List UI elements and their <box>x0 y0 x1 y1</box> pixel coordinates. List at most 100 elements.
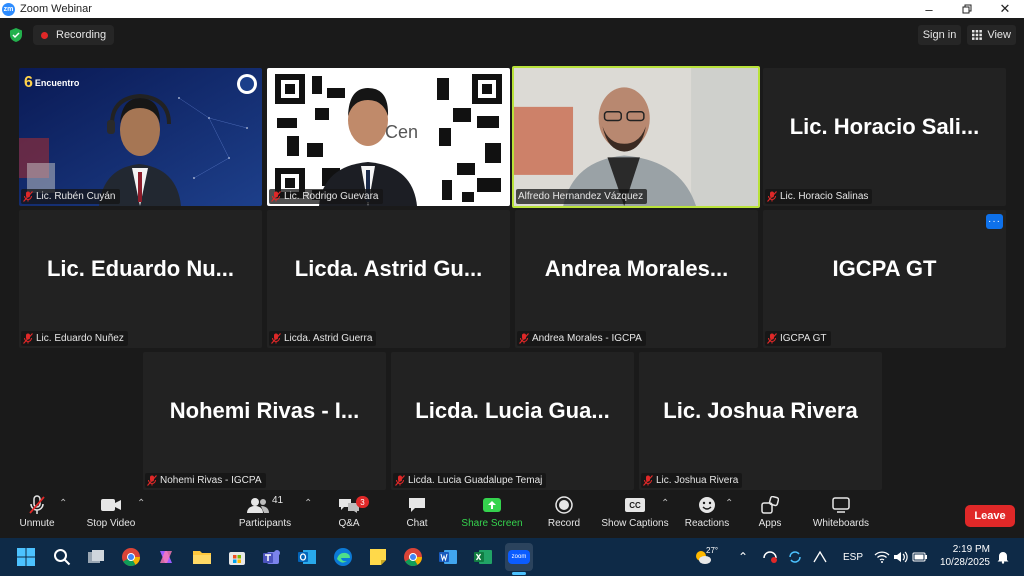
participant-name-tag: Licda. Astrid Guerra <box>269 331 377 346</box>
slide-text: Cen <box>385 122 419 142</box>
video-tile-eduardo-nunez[interactable]: Lic. Eduardo Nu... Lic. Eduardo Nuñez <box>19 210 262 348</box>
windows-start-icon[interactable] <box>12 543 40 571</box>
muted-mic-icon <box>23 333 33 344</box>
whiteboard-icon <box>831 492 851 518</box>
smiley-icon <box>698 492 716 518</box>
participant-name-tag: Lic. Rodrigo Guevara <box>269 189 383 204</box>
wifi-icon[interactable] <box>874 538 890 576</box>
muted-mic-icon <box>395 475 405 486</box>
video-tile-astrid-guerra[interactable]: Licda. Astrid Gu... Licda. Astrid Guerra <box>267 210 510 348</box>
apps-button[interactable]: Apps <box>752 492 788 538</box>
zoom-taskbar-icon[interactable]: zoom <box>505 543 533 571</box>
video-tile-horacio-salinas[interactable]: Lic. Horacio Sali... Lic. Horacio Salina… <box>763 68 1006 206</box>
participant-name-tag: Lic. Joshua Rivera <box>641 473 743 488</box>
reactions-button[interactable]: Reactions <box>683 492 731 538</box>
audio-options-chevron-icon[interactable]: ⌃ <box>59 498 67 509</box>
network-share-tray-icon[interactable] <box>812 538 828 576</box>
muted-mic-icon <box>28 492 46 518</box>
microsoft-store-icon[interactable] <box>223 543 251 571</box>
minimize-button[interactable]: – <box>910 0 948 18</box>
participant-display-name: Lic. Joshua Rivera <box>663 398 858 423</box>
video-tile-igcpa-gt[interactable]: ··· IGCPA GT IGCPA GT <box>763 210 1006 348</box>
participant-name: Alfredo Hernandez Vázquez <box>518 191 644 202</box>
excel-icon[interactable] <box>469 543 497 571</box>
outlook-icon[interactable] <box>293 543 321 571</box>
teams-icon[interactable] <box>258 543 286 571</box>
search-icon[interactable] <box>48 543 76 571</box>
share-screen-icon <box>482 492 502 518</box>
show-captions-button[interactable]: CC Show Captions <box>600 492 670 538</box>
video-options-chevron-icon[interactable]: ⌃ <box>137 498 145 509</box>
participants-button[interactable]: 41 Participants <box>236 492 294 538</box>
video-tile-lucia-guadalupe[interactable]: Licda. Lucia Gua... Licda. Lucia Guadalu… <box>391 352 634 490</box>
edge-icon[interactable] <box>329 543 357 571</box>
share-screen-button[interactable]: Share Screen <box>460 492 524 538</box>
view-label: View <box>987 29 1011 41</box>
record-button[interactable]: Record <box>545 492 583 538</box>
participant-name: Lic. Rodrigo Guevara <box>284 191 379 202</box>
chrome-profile-icon[interactable] <box>399 543 427 571</box>
participant-display-name: Nohemi Rivas - I... <box>169 398 360 423</box>
participant-display-name: Lic. Eduardo Nu... <box>46 256 234 281</box>
whiteboards-button[interactable]: Whiteboards <box>810 492 872 538</box>
muted-mic-icon <box>147 475 157 486</box>
notifications-bell-icon[interactable] <box>996 538 1010 576</box>
unmute-label: Unmute <box>19 518 55 529</box>
file-explorer-icon[interactable] <box>188 543 216 571</box>
stop-video-button[interactable]: Stop Video <box>84 492 138 538</box>
battery-icon[interactable] <box>912 538 928 576</box>
closed-captions-icon: CC <box>625 492 645 518</box>
apps-label: Apps <box>758 518 782 529</box>
zoom-app-icon: zm <box>2 2 15 16</box>
participant-name-tag: Lic. Horacio Salinas <box>765 189 873 204</box>
participant-display-name: Licda. Astrid Gu... <box>294 256 483 281</box>
share-screen-label: Share Screen <box>461 518 523 529</box>
sign-in-button[interactable]: Sign in <box>917 25 962 45</box>
language-indicator[interactable]: ESP <box>843 538 863 576</box>
video-tile-andrea-morales[interactable]: Andrea Morales... Andrea Morales - IGCPA <box>515 210 758 348</box>
copilot-icon[interactable] <box>152 543 180 571</box>
chat-button[interactable]: Chat <box>400 492 434 538</box>
chrome-icon[interactable] <box>117 543 145 571</box>
video-tile-ruben-cuyan[interactable]: 6 Encuentro Lic. Rubén Cuyán <box>19 68 262 206</box>
captions-options-chevron-icon[interactable]: ⌃ <box>661 498 669 509</box>
participant-name-tag: Lic. Rubén Cuyán <box>21 189 120 204</box>
close-button[interactable]: ✕ <box>986 0 1024 18</box>
security-shield-icon[interactable] <box>9 28 23 42</box>
video-tile-joshua-rivera[interactable]: Lic. Joshua Rivera Lic. Joshua Rivera <box>639 352 882 490</box>
participants-label: Participants <box>238 518 292 529</box>
participants-options-chevron-icon[interactable]: ⌃ <box>304 498 312 509</box>
sign-in-label: Sign in <box>922 29 957 41</box>
video-tile-rodrigo-guevara[interactable]: Cen Lic. Rodrigo Guevara <box>267 68 510 206</box>
participant-name-tag: Alfredo Hernandez Vázquez <box>516 189 648 204</box>
security-tray-icon[interactable] <box>762 538 778 576</box>
unmute-button[interactable]: Unmute <box>14 492 60 538</box>
window-title: Zoom Webinar <box>20 3 92 15</box>
participant-name: Nohemi Rivas - IGCPA <box>160 475 262 486</box>
weather-temperature: 27° <box>706 545 719 555</box>
sticky-notes-icon[interactable] <box>364 543 392 571</box>
volume-icon[interactable] <box>893 538 909 576</box>
view-button[interactable]: View <box>967 25 1016 45</box>
restore-button[interactable] <box>948 0 986 18</box>
sync-tray-icon[interactable] <box>787 538 803 576</box>
task-view-icon[interactable] <box>82 543 110 571</box>
leave-button[interactable]: Leave <box>965 505 1015 527</box>
record-icon <box>555 492 573 518</box>
word-icon[interactable] <box>434 543 462 571</box>
participant-video-feed <box>514 68 758 206</box>
weather-widget[interactable]: 27° <box>694 538 718 576</box>
recording-indicator[interactable]: Recording <box>33 25 115 45</box>
participant-name-tag: Andrea Morales - IGCPA <box>517 331 646 346</box>
participant-name: Lic. Horacio Salinas <box>780 191 869 202</box>
video-tile-nohemi-rivas[interactable]: Nohemi Rivas - I... Nohemi Rivas - IGCPA <box>143 352 386 490</box>
taskbar-clock[interactable]: 2:19 PM 10/28/2025 <box>940 543 990 569</box>
captions-icon-text: CC <box>625 498 645 512</box>
participants-count: 41 <box>271 495 284 506</box>
reactions-options-chevron-icon[interactable]: ⌃ <box>725 498 733 509</box>
video-tile-alfredo-hernandez[interactable]: Alfredo Hernandez Vázquez <box>512 66 760 208</box>
show-hidden-icons-chevron-icon[interactable]: ⌃ <box>738 538 748 576</box>
window-title-bar: zm Zoom Webinar – ✕ <box>0 0 1024 18</box>
show-captions-label: Show Captions <box>601 518 669 529</box>
recording-dot-icon <box>41 31 48 39</box>
